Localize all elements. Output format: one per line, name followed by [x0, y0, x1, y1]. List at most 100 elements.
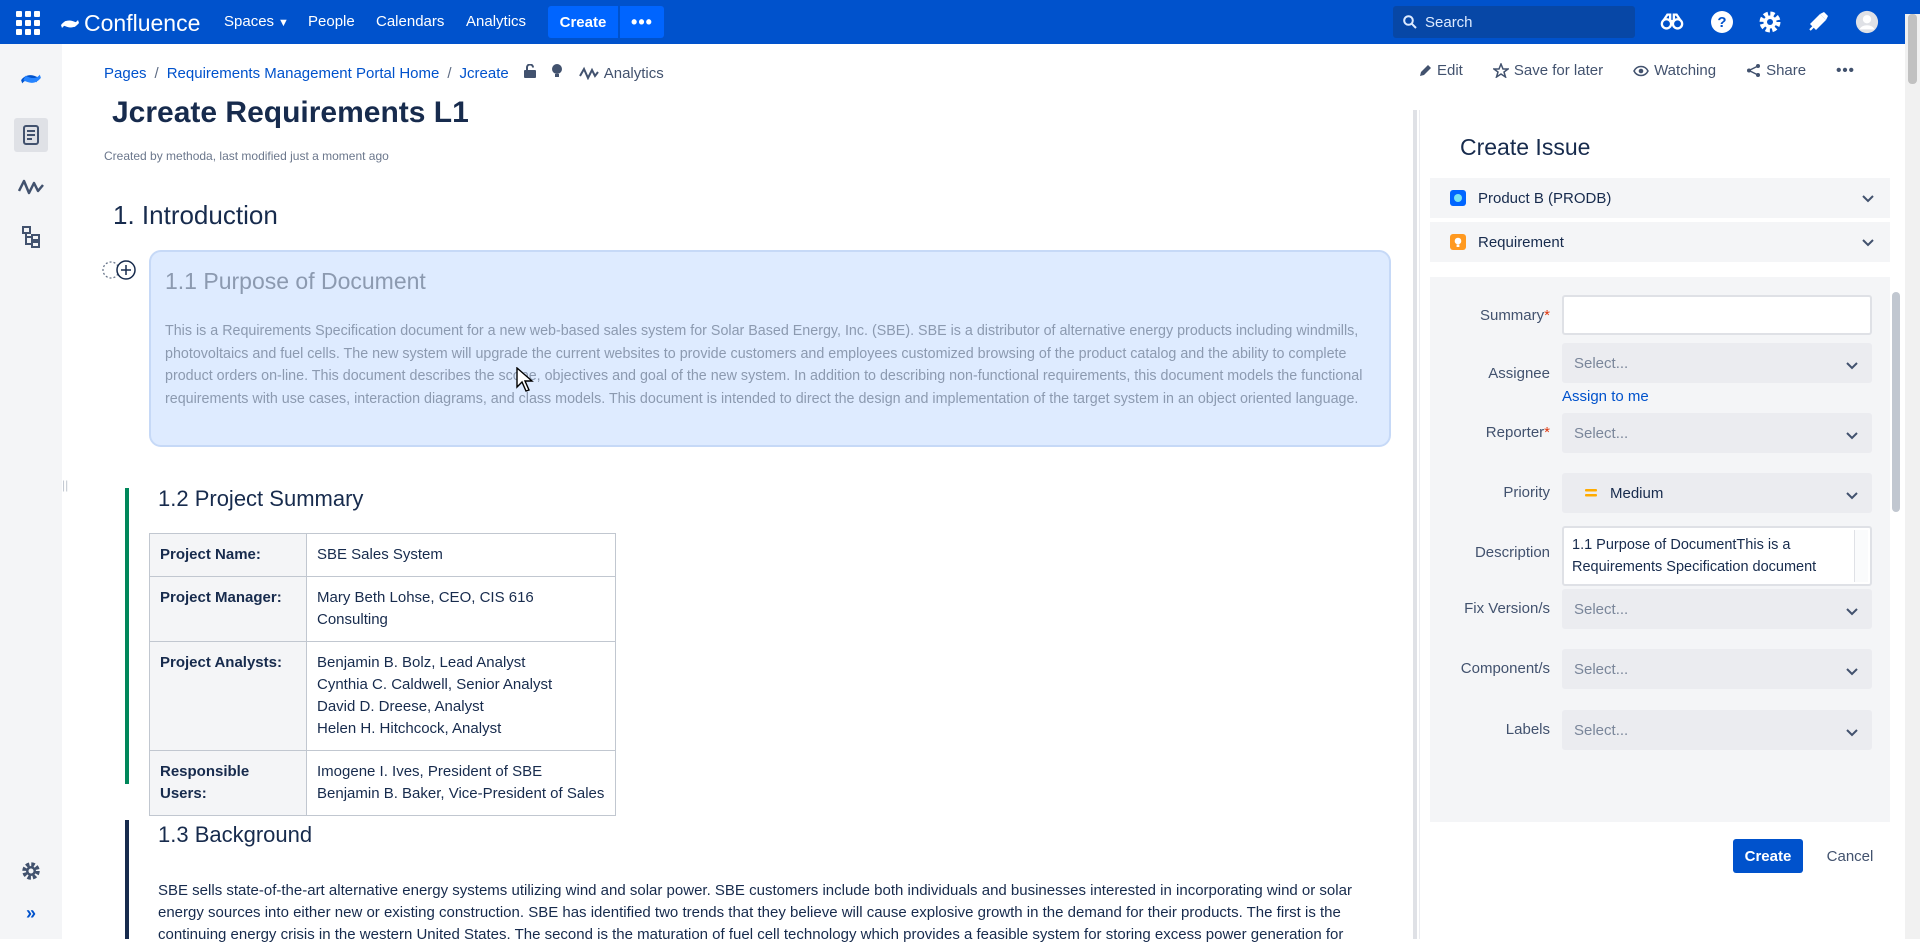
project-avatar-icon: [1450, 190, 1466, 206]
issue-form: Summary* Assignee Select... Assign to me…: [1430, 277, 1890, 822]
expand-sidebar-icon[interactable]: »: [14, 896, 48, 930]
reporter-select[interactable]: Select...: [1562, 413, 1872, 453]
confluence-logo[interactable]: Confluence: [60, 10, 200, 37]
breadcrumb-pages[interactable]: Pages: [104, 65, 147, 82]
help-icon[interactable]: ?: [1710, 10, 1734, 34]
project-select[interactable]: Product B (PRODB): [1430, 178, 1890, 218]
page-byline: Created by methoda, last modified just a…: [104, 149, 389, 163]
description-scrollbar[interactable]: [1854, 530, 1868, 582]
requirement-icon: [1450, 234, 1466, 250]
page-tree-icon[interactable]: [14, 220, 48, 254]
table-cell-value: Mary Beth Lohse, CEO, CIS 616 Consulting: [306, 576, 616, 642]
heading-project-summary: 1.2 Project Summary: [158, 486, 364, 511]
chevron-down-icon: [1846, 724, 1858, 741]
analytics-icon: [578, 66, 599, 80]
app-switcher-icon[interactable]: [14, 9, 42, 37]
priority-label: Priority: [1503, 484, 1550, 501]
pencil-icon: [1420, 64, 1431, 76]
chevron-down-icon: [1862, 234, 1874, 251]
unlock-icon[interactable]: [523, 63, 537, 83]
add-block-icon[interactable]: [115, 259, 137, 281]
settings-icon[interactable]: [1758, 10, 1782, 34]
create-issue-button[interactable]: Create: [1733, 839, 1803, 873]
create-more-button[interactable]: •••: [620, 6, 664, 38]
reporter-label: Reporter*: [1440, 424, 1550, 441]
table-cell-label: Responsible Users:: [149, 750, 307, 816]
assign-to-me-link[interactable]: Assign to me: [1562, 388, 1649, 405]
cancel-button[interactable]: Cancel: [1820, 839, 1880, 873]
selected-section-purpose[interactable]: 1.1 Purpose of Document This is a Requir…: [149, 250, 1391, 447]
avatar-icon[interactable]: [1855, 10, 1879, 34]
window-scrollbar[interactable]: [1905, 14, 1920, 939]
page-title: Jcreate Requirements L1: [112, 96, 469, 129]
heading-purpose: 1.1 Purpose of Document: [165, 268, 426, 294]
section-bar-background: [125, 820, 129, 939]
required-mark: *: [1544, 307, 1550, 324]
labels-value: Select...: [1574, 721, 1629, 739]
space-settings-icon[interactable]: [14, 854, 48, 888]
nav-analytics[interactable]: Analytics: [466, 13, 526, 30]
analytics-link[interactable]: Analytics: [578, 65, 664, 82]
breadcrumb-separator: /: [447, 64, 452, 82]
table-cell-value: Imogene I. Ives, President of SBE Benjam…: [306, 750, 616, 816]
watching-button[interactable]: Watching: [1633, 62, 1716, 79]
component-label: Component/s: [1460, 660, 1550, 677]
table-cell-label: Project Name:: [149, 533, 307, 577]
reporter-label-text: Reporter: [1485, 424, 1545, 441]
chevron-down-icon: [1846, 357, 1858, 374]
fix-version-select[interactable]: Select...: [1562, 589, 1872, 629]
project-value: Product B (PRODB): [1478, 189, 1612, 207]
chevron-down-icon: [1846, 427, 1858, 444]
search-placeholder: Search: [1425, 13, 1473, 31]
nav-people[interactable]: People: [308, 13, 355, 30]
table-cell-label: Project Analysts:: [149, 641, 307, 751]
confluence-logo-icon: [61, 19, 79, 28]
panel-divider: [1419, 110, 1420, 939]
create-button[interactable]: Create: [548, 6, 618, 38]
table-cell-value: SBE Sales System: [306, 533, 616, 577]
star-icon: [1492, 63, 1509, 78]
search-input[interactable]: Search: [1393, 6, 1635, 38]
breadcrumb-jcreate[interactable]: Jcreate: [460, 65, 509, 82]
eye-icon: [1633, 65, 1649, 76]
required-mark: *: [1544, 424, 1550, 441]
block-controls: [101, 259, 137, 281]
table-cell-label: Project Manager:: [149, 576, 307, 642]
priority-select[interactable]: Medium: [1562, 473, 1872, 513]
description-field[interactable]: 1.1 Purpose of DocumentThis is a Require…: [1562, 526, 1872, 586]
edit-label: Edit: [1437, 62, 1463, 79]
breadcrumb-space-home[interactable]: Requirements Management Portal Home: [167, 65, 440, 82]
window-scrollbar-thumb[interactable]: [1908, 14, 1917, 84]
confluence-logo-icon[interactable]: [14, 62, 48, 96]
summary-field[interactable]: [1562, 295, 1872, 335]
nav-spaces-label: Spaces: [224, 13, 275, 30]
assignee-select[interactable]: Select...: [1562, 343, 1872, 383]
labels-select[interactable]: Select...: [1562, 710, 1872, 750]
issue-type-select[interactable]: Requirement: [1430, 222, 1890, 262]
save-for-later-button[interactable]: Save for later: [1492, 62, 1603, 79]
lightbulb-icon[interactable]: [551, 63, 563, 83]
component-select[interactable]: Select...: [1562, 649, 1872, 689]
nav-calendars[interactable]: Calendars: [376, 13, 444, 30]
notifications-icon[interactable]: [1806, 10, 1830, 34]
share-button[interactable]: Share: [1746, 62, 1806, 79]
analytics-icon[interactable]: [14, 170, 48, 204]
panel-resize-handle[interactable]: [1413, 110, 1417, 939]
nav-spaces[interactable]: Spaces ▼: [224, 13, 289, 30]
edit-button[interactable]: Edit: [1418, 62, 1463, 79]
more-actions-button[interactable]: •••: [1836, 62, 1855, 79]
share-label: Share: [1766, 62, 1807, 79]
form-scrollbar[interactable]: [1890, 280, 1902, 820]
form-scrollbar-thumb[interactable]: [1892, 292, 1900, 512]
chevron-down-icon: [1862, 190, 1874, 207]
component-value: Select...: [1574, 660, 1629, 678]
binoculars-icon[interactable]: [1660, 10, 1684, 34]
pages-icon[interactable]: [14, 118, 48, 152]
summary-label: Summary*: [1440, 307, 1550, 324]
description-label: Description: [1474, 544, 1550, 561]
description-value: 1.1 Purpose of DocumentThis is a Require…: [1572, 537, 1817, 575]
breadcrumb: Pages / Requirements Management Portal H…: [104, 63, 664, 83]
sidebar-resize-handle[interactable]: ||: [62, 478, 68, 492]
create-issue-panel: Create Issue Product B (PRODB) Requireme…: [1430, 110, 1912, 939]
page-actions: Edit Save for later Watching Share •••: [1418, 62, 1885, 79]
